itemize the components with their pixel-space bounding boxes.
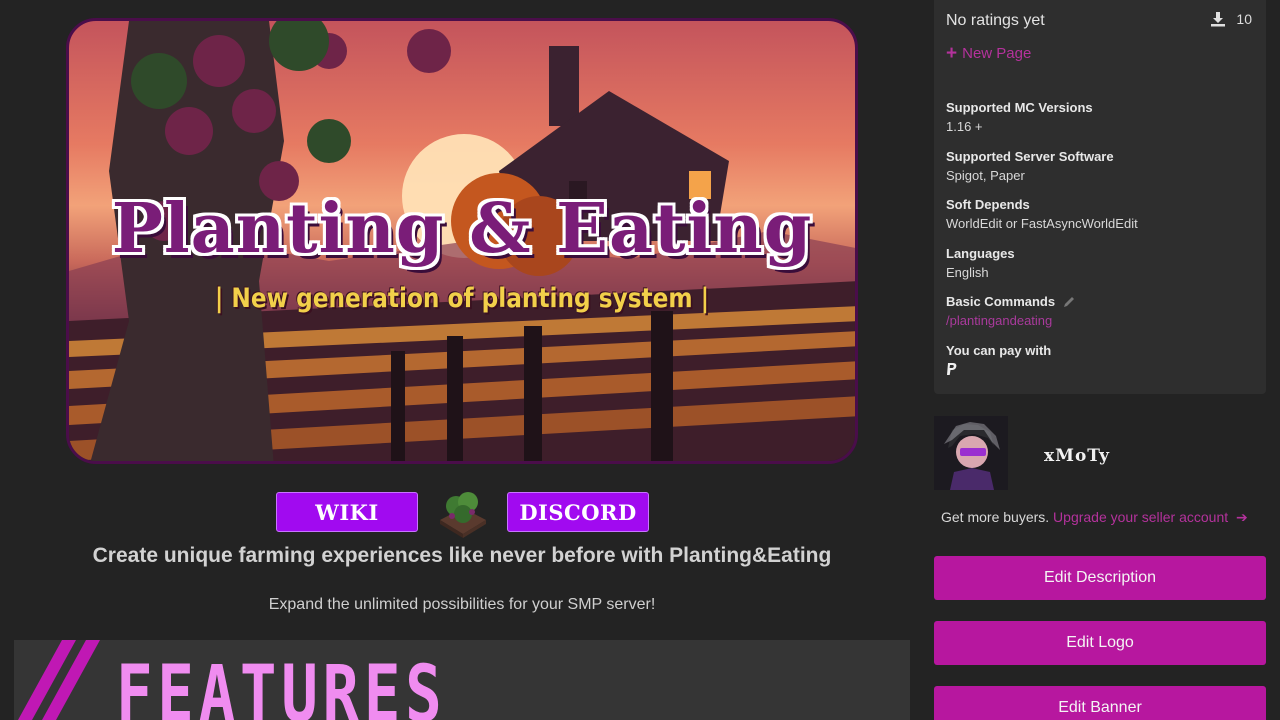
features-section: FEATURES bbox=[14, 640, 910, 720]
paypal-icon bbox=[947, 362, 957, 375]
edit-description-button[interactable]: Edit Description bbox=[934, 556, 1266, 600]
info-label: Languages bbox=[946, 245, 1015, 261]
resource-info-card: No ratings yet 10 + New Page Supported M… bbox=[934, 0, 1266, 394]
info-value: Spigot, Paper bbox=[946, 167, 1025, 183]
seller-name[interactable]: xMoTy bbox=[1044, 446, 1244, 466]
info-item-soft-depends: Soft Depends WorldEdit or FastAsyncWorld… bbox=[946, 197, 1256, 246]
features-stripes-decoration bbox=[18, 640, 100, 720]
info-label: Supported MC Versions bbox=[946, 100, 1093, 115]
upgrade-prefix: Get more buyers. bbox=[941, 509, 1050, 525]
arrow-right-icon: ➔ bbox=[1236, 509, 1248, 525]
info-item-server-software: Supported Server Software Spigot, Paper bbox=[946, 149, 1256, 198]
info-label-with-edit: Basic Commands bbox=[946, 294, 1256, 309]
info-item-payment: You can pay with bbox=[946, 343, 1256, 392]
info-value: 1.16 + bbox=[946, 119, 983, 134]
download-count: 10 bbox=[1210, 11, 1252, 27]
description-subline: Expand the unlimited possibilities for y… bbox=[268, 596, 656, 613]
info-label: You can pay with bbox=[946, 342, 1052, 358]
resource-banner: Planting & Eating | New generation of pl… bbox=[66, 18, 858, 464]
info-list: Supported MC Versions 1.16 + Supported S… bbox=[946, 100, 1256, 392]
pencil-icon[interactable] bbox=[1063, 295, 1076, 308]
info-label-text: Basic Commands bbox=[946, 294, 1056, 310]
banner-subtitle: | New generation of planting system | bbox=[214, 283, 710, 314]
download-count-value: 10 bbox=[1236, 11, 1252, 27]
upgrade-seller-link[interactable]: Upgrade your seller account bbox=[1053, 509, 1228, 525]
edit-banner-button[interactable]: Edit Banner bbox=[934, 686, 1266, 720]
avatar-image bbox=[934, 416, 1008, 490]
new-page-link[interactable]: + New Page bbox=[946, 44, 1031, 63]
payment-methods bbox=[946, 362, 1256, 379]
discord-button[interactable]: DISCORD bbox=[507, 492, 649, 532]
info-value: WorldEdit or FastAsyncWorldEdit bbox=[946, 216, 1138, 232]
new-page-label: New Page bbox=[962, 45, 1032, 62]
upgrade-prompt: Get more buyers. Upgrade your seller acc… bbox=[941, 509, 1248, 526]
plus-icon: + bbox=[946, 43, 958, 64]
wiki-button[interactable]: WIKI bbox=[276, 492, 418, 532]
rating-status: No ratings yet bbox=[946, 12, 1045, 29]
info-label: Soft Depends bbox=[946, 197, 1030, 213]
link-buttons-row: WIKI DISCORD bbox=[0, 492, 924, 538]
edit-logo-button[interactable]: Edit Logo bbox=[934, 621, 1266, 665]
info-label: Supported Server Software bbox=[946, 148, 1114, 164]
description-headline: Create unique farming experiences like n… bbox=[92, 544, 832, 567]
seller-card: xMoTy bbox=[934, 416, 1266, 494]
info-value: English bbox=[946, 264, 989, 280]
info-item-basic-commands: Basic Commands /plantingandeating bbox=[946, 294, 1256, 343]
seller-avatar[interactable] bbox=[934, 416, 1008, 490]
info-item-mc-versions: Supported MC Versions 1.16 + bbox=[946, 100, 1256, 149]
download-icon bbox=[1211, 12, 1226, 27]
banner-title: Planting & Eating bbox=[111, 189, 813, 269]
features-heading: FEATURES bbox=[116, 650, 447, 720]
info-item-languages: Languages English bbox=[946, 246, 1256, 295]
plant-bush-icon bbox=[440, 492, 486, 538]
basic-command-link[interactable]: /plantingandeating bbox=[946, 313, 1256, 328]
